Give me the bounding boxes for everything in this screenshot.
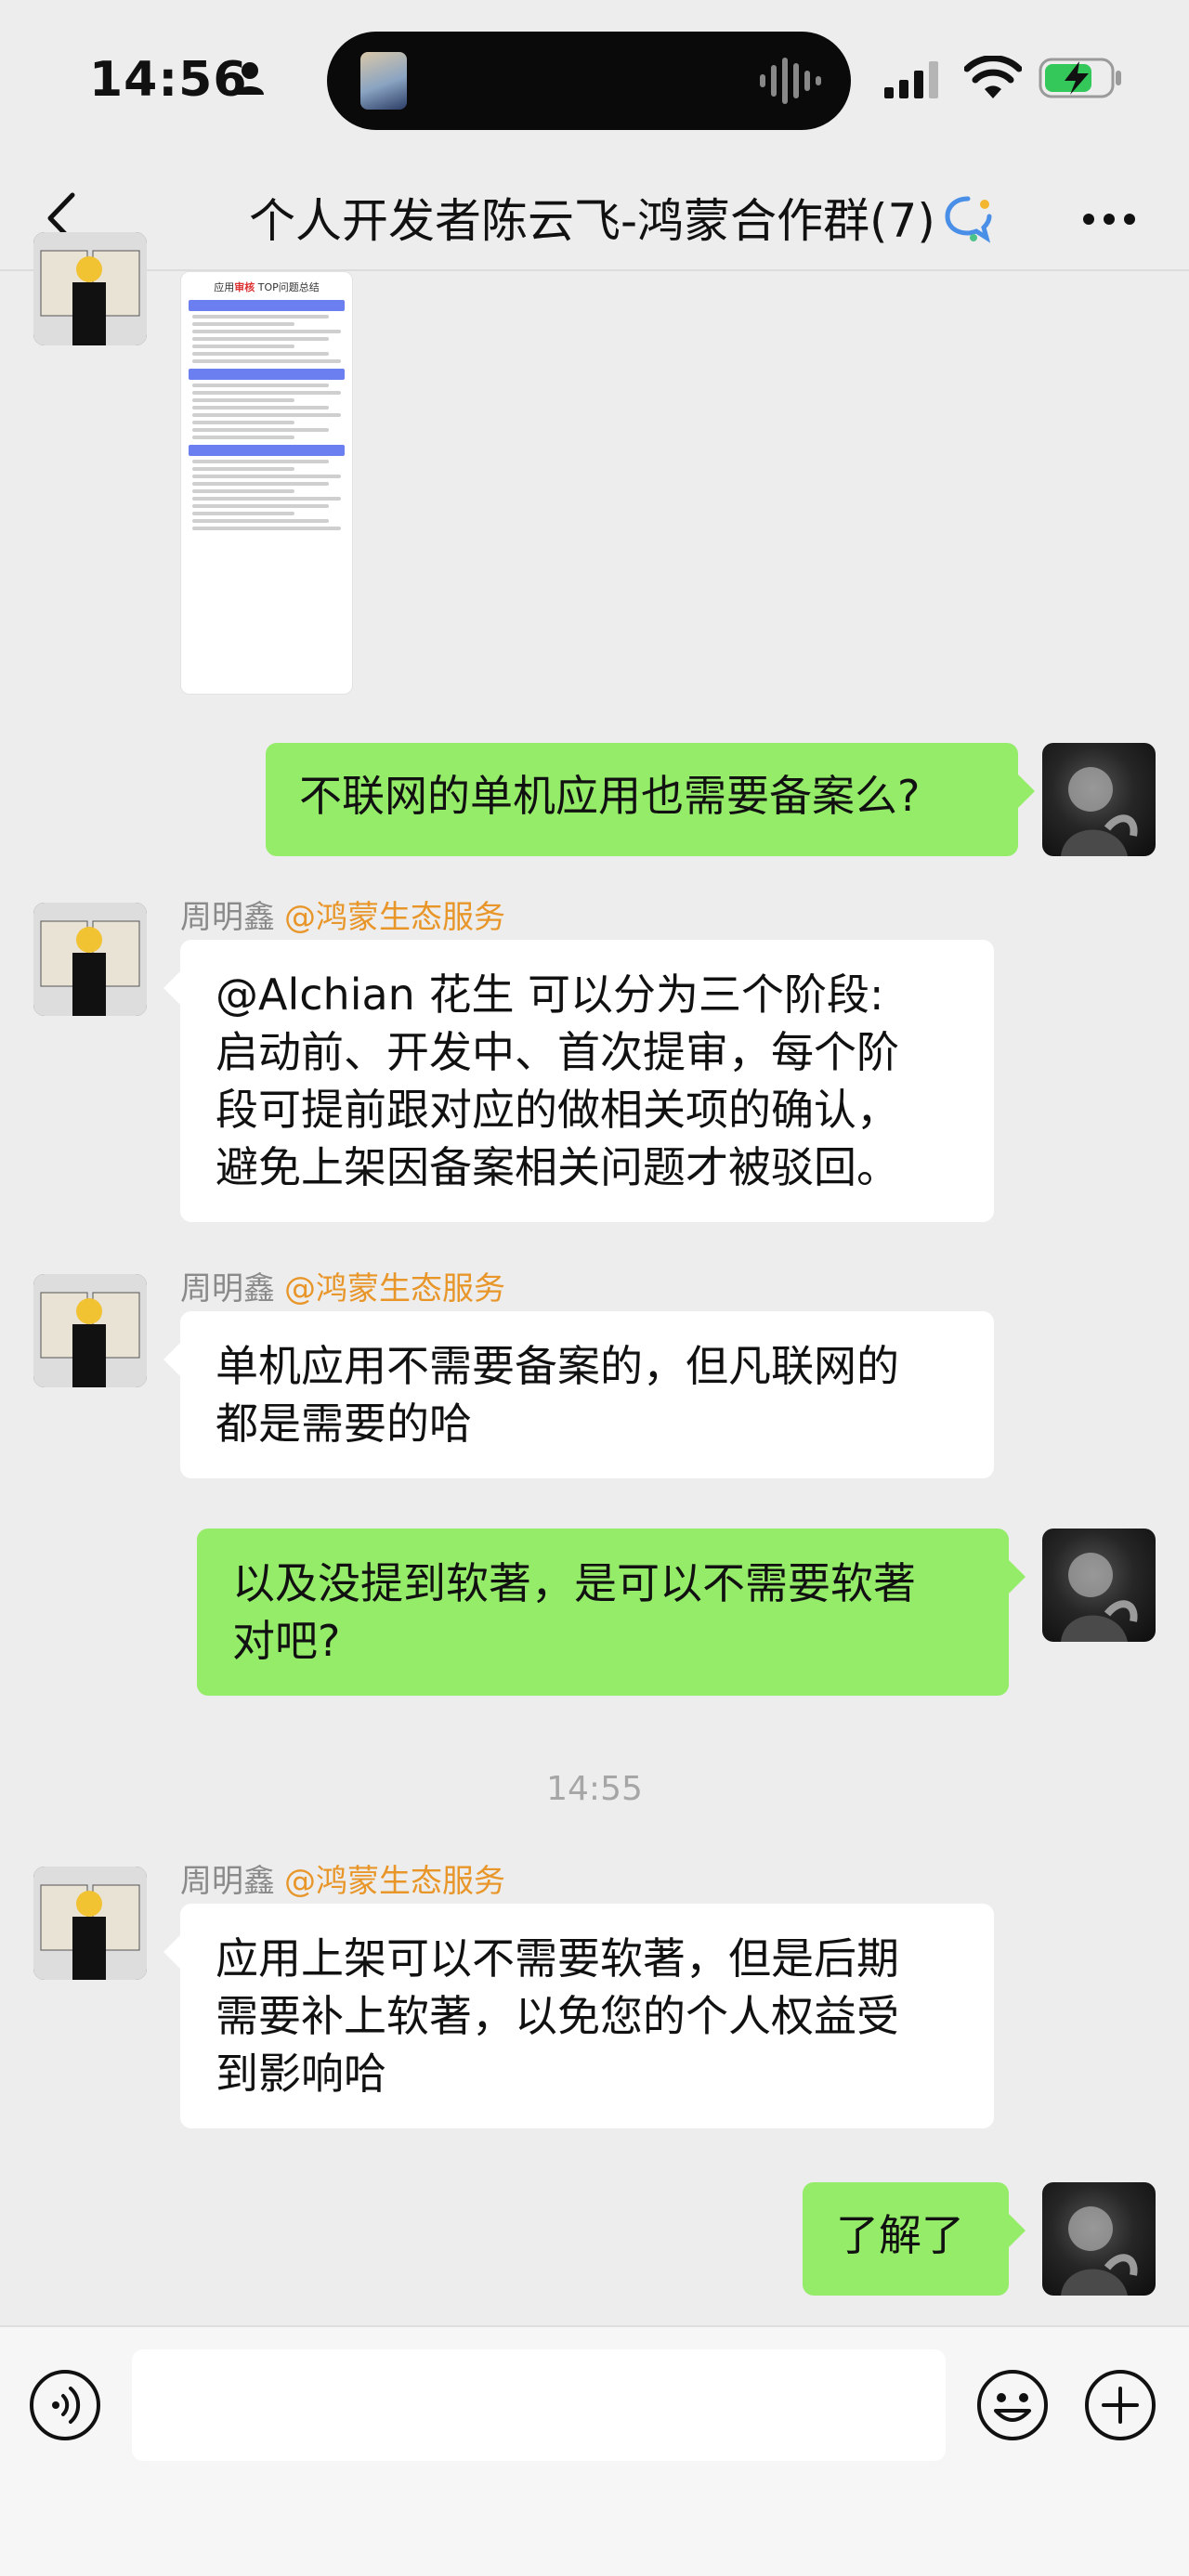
message-bubble-outgoing[interactable]: 了解了	[803, 2182, 1026, 2296]
message-bubble-outgoing[interactable]: 不联网的单机应用也需要备案么?	[266, 743, 1035, 856]
dynamic-island[interactable]	[327, 32, 851, 130]
message-line: 以及没提到软著，是可以不需要软著	[232, 1558, 916, 1608]
now-playing-thumbnail	[360, 52, 407, 110]
message-bubble-incoming[interactable]: 应用上架可以不需要软著，但是后期 需要补上软著，以免您的个人权益受 到影响哈	[163, 1904, 994, 2128]
message-line: 对吧?	[232, 1616, 341, 1666]
sender-name: 周明鑫 @鸿蒙生态服务	[180, 899, 505, 936]
chat-header: 个人开发者陈云飞-鸿蒙合作群(7)	[0, 167, 1189, 271]
message-line: 启动前、开发中、首次提审，每个阶	[216, 1027, 899, 1077]
avatar[interactable]	[1042, 743, 1156, 856]
avatar[interactable]	[1042, 2182, 1156, 2296]
message-line: 都是需要的哈	[216, 1399, 472, 1449]
signal-icon	[884, 61, 938, 98]
avatar[interactable]	[33, 903, 147, 1016]
mention-tag: @鸿蒙生态服务	[284, 1863, 505, 1900]
mention-tag: @鸿蒙生态服务	[284, 1270, 505, 1308]
sender-name: 周明鑫 @鸿蒙生态服务	[180, 1270, 505, 1308]
message-bubble-incoming[interactable]: @Alchian 花生 可以分为三个阶段: 启动前、开发中、首次提审，每个阶 段…	[163, 940, 994, 1222]
message-line: 单机应用不需要备案的，但凡联网的	[216, 1341, 899, 1391]
emoji-icon[interactable]	[975, 2368, 1050, 2442]
sender-name: 周明鑫 @鸿蒙生态服务	[180, 1863, 505, 1900]
message-input[interactable]	[132, 2349, 946, 2461]
avatar[interactable]	[33, 1867, 147, 1980]
message-bubble-outgoing[interactable]: 以及没提到软著，是可以不需要软著 对吧?	[197, 1529, 1026, 1696]
avatar-image	[33, 1274, 147, 1387]
audio-wave-icon	[760, 58, 821, 104]
message-line: 到影响哈	[216, 2049, 386, 2099]
battery-charging-icon	[1039, 58, 1121, 98]
plus-icon[interactable]	[1083, 2368, 1157, 2442]
mention-tag: @鸿蒙生态服务	[284, 899, 505, 936]
avatar-image	[1061, 767, 1138, 856]
message-bubble-incoming[interactable]: 单机应用不需要备案的，但凡联网的 都是需要的哈	[163, 1311, 994, 1478]
message-line: 段可提前跟对应的做相关项的确认，	[216, 1085, 899, 1135]
message-line: 应用上架可以不需要软著，但是后期	[216, 1933, 899, 1984]
message-line: @Alchian 花生 可以分为三个阶段:	[216, 969, 884, 1020]
message-line: 避免上架因备案相关问题才被驳回。	[216, 1142, 899, 1192]
input-bar	[0, 2325, 1189, 2576]
status-time: 14:56	[89, 52, 248, 108]
avatar[interactable]	[33, 1274, 147, 1387]
avatar-image	[33, 1867, 147, 1980]
group-chat-icon	[945, 196, 992, 243]
avatar-image	[1061, 1553, 1138, 1642]
more-icon[interactable]	[1079, 201, 1139, 238]
avatar-image	[33, 232, 147, 345]
person-icon	[236, 62, 264, 95]
voice-icon[interactable]	[28, 2368, 102, 2442]
message-timestamp: 14:55	[546, 1770, 643, 1808]
message-text: 不联网的单机应用也需要备案么?	[299, 771, 921, 821]
image-message[interactable]: 应用审核 TOP问题总结	[180, 271, 353, 695]
message-text: 了解了	[836, 2210, 964, 2260]
avatar[interactable]	[1042, 1529, 1156, 1642]
message-line: 需要补上软著，以免您的个人权益受	[216, 1991, 899, 2041]
avatar-image	[33, 903, 147, 1016]
chat-title: 个人开发者陈云飞-鸿蒙合作群(7)	[249, 194, 935, 248]
avatar-image	[1061, 2206, 1138, 2296]
status-bar: 14:56	[0, 0, 1189, 167]
avatar[interactable]	[33, 232, 147, 345]
wifi-icon	[964, 56, 1022, 98]
